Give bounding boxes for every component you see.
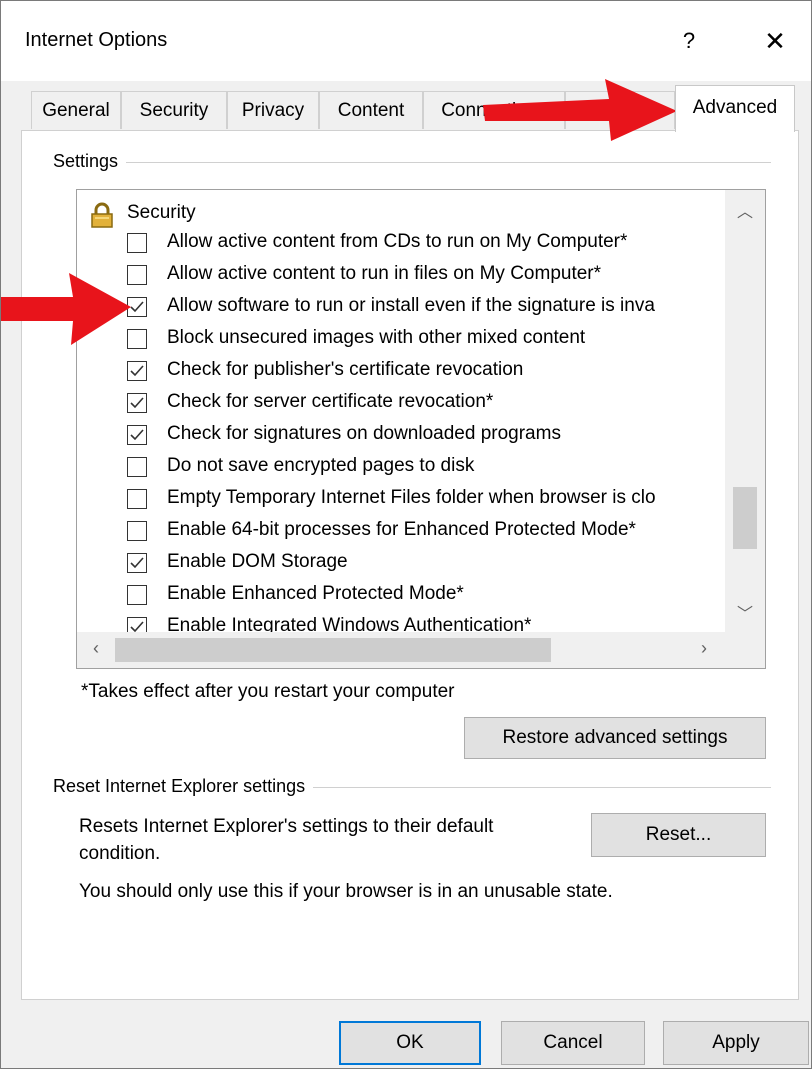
setting-option[interactable]: Allow active content from CDs to run on … xyxy=(127,228,723,260)
lock-icon xyxy=(91,202,113,228)
setting-option[interactable]: Check for server certificate revocation* xyxy=(127,388,723,420)
checkbox[interactable] xyxy=(127,585,147,605)
close-button[interactable]: ✕ xyxy=(753,21,797,61)
checkbox[interactable] xyxy=(127,457,147,477)
setting-option-label: Block unsecured images with other mixed … xyxy=(167,327,586,348)
setting-option[interactable]: Enable 64-bit processes for Enhanced Pro… xyxy=(127,516,723,548)
setting-option-label: Enable Integrated Windows Authentication… xyxy=(167,615,532,632)
checkbox[interactable] xyxy=(127,233,147,253)
setting-option[interactable]: Do not save encrypted pages to disk xyxy=(127,452,723,484)
checkbox[interactable] xyxy=(127,361,147,381)
reset-warning: You should only use this if your browser… xyxy=(79,881,613,902)
reset-button[interactable]: Reset... xyxy=(591,813,766,857)
reset-description-line-2: condition. xyxy=(79,843,161,864)
checkbox[interactable] xyxy=(127,617,147,632)
setting-option-label: Check for signatures on downloaded progr… xyxy=(167,423,561,444)
setting-option-label: Check for publisher's certificate revoca… xyxy=(167,359,524,380)
check-icon xyxy=(130,429,144,441)
setting-option-label: Empty Temporary Internet Files folder wh… xyxy=(167,487,656,508)
ok-button[interactable]: OK xyxy=(339,1021,481,1065)
tab-advanced[interactable]: Advanced xyxy=(675,85,795,132)
setting-option-label: Allow active content to run in files on … xyxy=(167,263,602,284)
restore-advanced-settings-button[interactable]: Restore advanced settings xyxy=(464,717,766,759)
setting-option[interactable]: Enable DOM Storage xyxy=(127,548,723,580)
tab-security[interactable]: Security xyxy=(121,91,227,129)
apply-button[interactable]: Apply xyxy=(663,1021,809,1065)
vertical-scrollbar[interactable]: ︿ ﹀ xyxy=(725,190,765,632)
setting-option-label: Allow active content from CDs to run on … xyxy=(167,231,628,252)
restart-footnote: *Takes effect after you restart your com… xyxy=(81,681,455,702)
setting-option-label: Check for server certificate revocation* xyxy=(167,391,494,412)
cancel-button[interactable]: Cancel xyxy=(501,1021,645,1065)
checkbox[interactable] xyxy=(127,521,147,541)
checkbox[interactable] xyxy=(127,553,147,573)
settings-group-divider xyxy=(53,162,771,163)
settings-tree: Security Allow active content from CDs t… xyxy=(77,190,723,632)
setting-option[interactable]: Enable Integrated Windows Authentication… xyxy=(127,612,723,632)
checkbox[interactable] xyxy=(127,393,147,413)
checkbox[interactable] xyxy=(127,489,147,509)
scroll-down-icon[interactable]: ﹀ xyxy=(725,600,765,632)
help-button[interactable]: ? xyxy=(669,21,709,61)
horizontal-scrollbar[interactable]: ‹ › xyxy=(77,632,723,668)
scrollbar-corner xyxy=(723,632,765,668)
tab-privacy[interactable]: Privacy xyxy=(227,91,319,129)
setting-option[interactable]: Empty Temporary Internet Files folder wh… xyxy=(127,484,723,516)
setting-option[interactable]: Enable Enhanced Protected Mode* xyxy=(127,580,723,612)
setting-option[interactable]: Block unsecured images with other mixed … xyxy=(127,324,723,356)
setting-option-label: Enable Enhanced Protected Mode* xyxy=(167,583,464,604)
title-bar: Internet Options ? ✕ xyxy=(1,1,811,81)
annotation-arrow-tab-icon xyxy=(483,79,677,141)
scroll-left-icon[interactable]: ‹ xyxy=(81,638,111,662)
setting-option[interactable]: Allow active content to run in files on … xyxy=(127,260,723,292)
setting-option-label: Enable 64-bit processes for Enhanced Pro… xyxy=(167,519,636,540)
internet-options-dialog: Internet Options ? ✕ General Security Pr… xyxy=(0,0,812,1069)
setting-option[interactable]: Check for publisher's certificate revoca… xyxy=(127,356,723,388)
tab-general[interactable]: General xyxy=(31,91,121,129)
check-icon xyxy=(130,365,144,377)
scroll-up-icon[interactable]: ︿ xyxy=(725,198,765,230)
tab-content[interactable]: Content xyxy=(319,91,423,129)
settings-group-label: Settings xyxy=(53,151,127,172)
setting-option-label: Do not save encrypted pages to disk xyxy=(167,455,475,476)
window-title: Internet Options xyxy=(25,29,168,51)
reset-group-label: Reset Internet Explorer settings xyxy=(53,776,314,797)
security-category-label: Security xyxy=(127,202,196,223)
setting-option[interactable]: Allow software to run or install even if… xyxy=(127,292,723,324)
horizontal-scroll-thumb[interactable] xyxy=(115,638,551,662)
advanced-settings-list[interactable]: Security Allow active content from CDs t… xyxy=(76,189,766,669)
setting-option-label: Allow software to run or install even if… xyxy=(167,295,655,316)
setting-option-label: Enable DOM Storage xyxy=(167,551,348,572)
check-icon xyxy=(130,621,144,632)
annotation-arrow-option-icon xyxy=(1,273,131,345)
tab-strip: General Security Privacy Content Connect… xyxy=(1,81,811,132)
reset-description-line-1: Resets Internet Explorer's settings to t… xyxy=(79,816,494,837)
scroll-right-icon[interactable]: › xyxy=(689,638,719,662)
setting-option[interactable]: Check for signatures on downloaded progr… xyxy=(127,420,723,452)
vertical-scroll-thumb[interactable] xyxy=(733,487,757,549)
checkbox[interactable] xyxy=(127,425,147,445)
check-icon xyxy=(130,557,144,569)
check-icon xyxy=(130,397,144,409)
